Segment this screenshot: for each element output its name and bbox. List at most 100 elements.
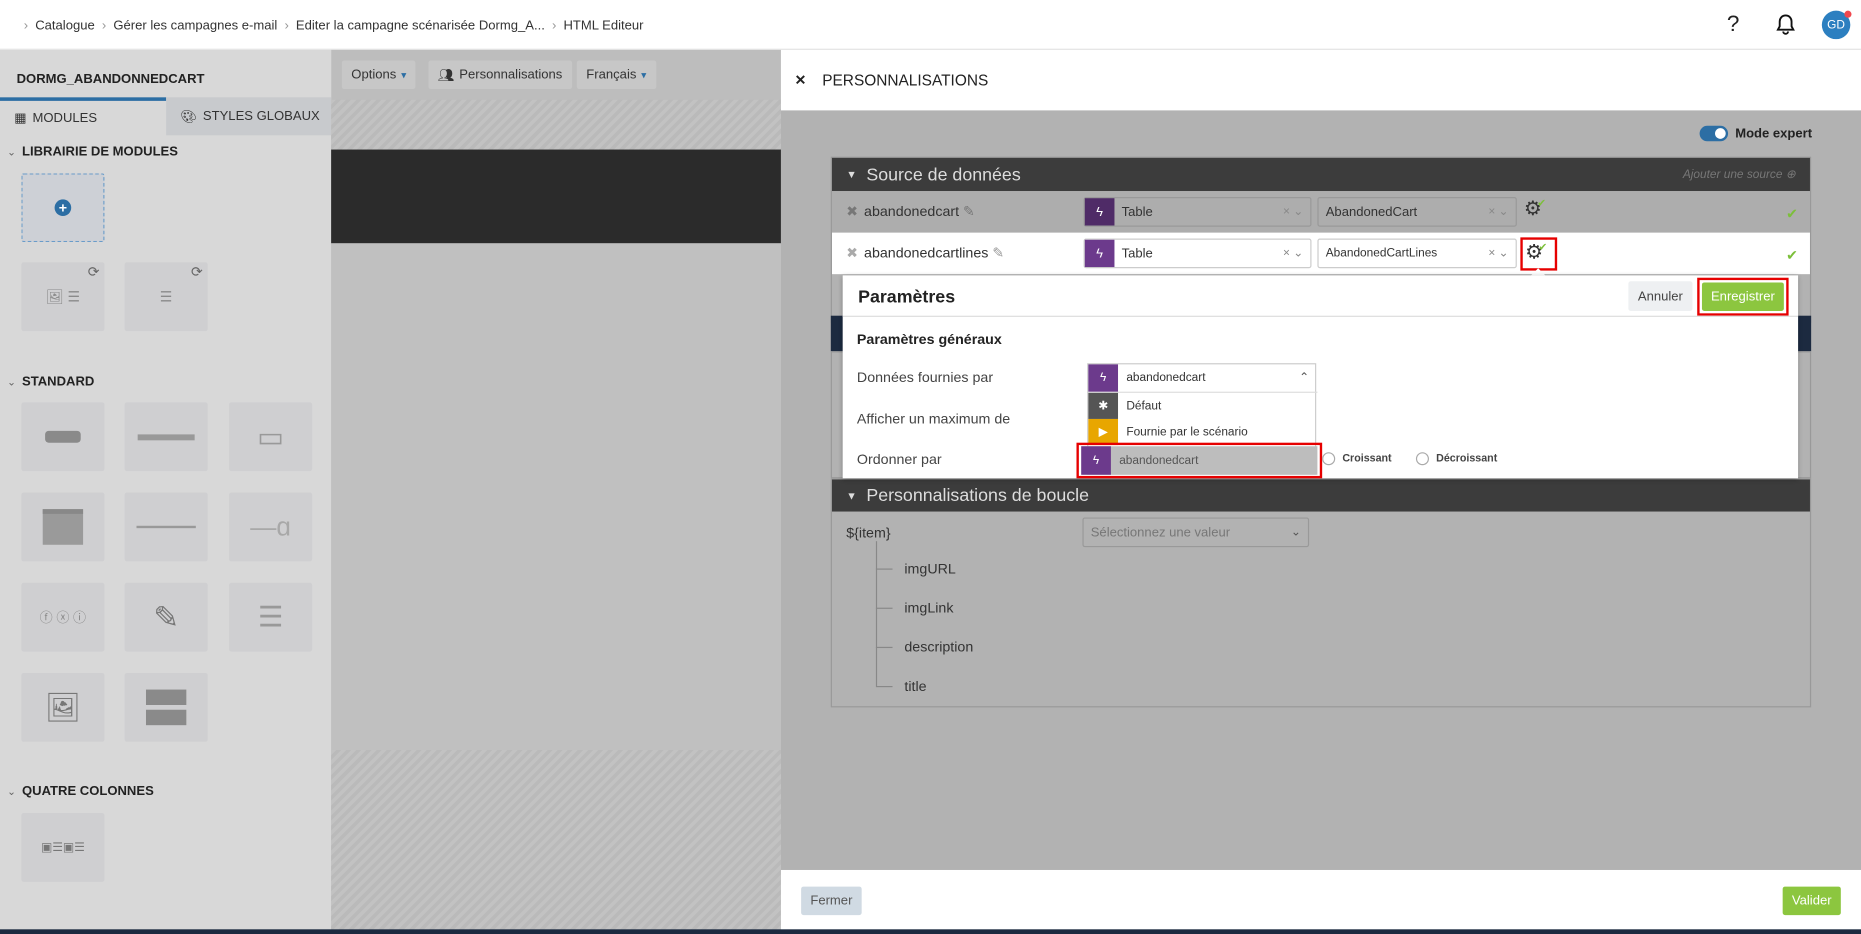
options-dropdown[interactable]: Options ▾ [341, 60, 416, 90]
breadcrumb-item[interactable]: Editer la campagne scénarisée Dormg_A... [296, 19, 545, 33]
selected-value: abandonedcart [1126, 371, 1206, 385]
remove-icon[interactable]: ✖ [846, 244, 858, 261]
clear-chevron-icon: × ⌄ [1282, 205, 1304, 219]
chevron-up-icon: ⌃ [1299, 371, 1310, 385]
source-name: abandonedcart ✎ [864, 202, 975, 220]
module-text-line[interactable]: —ɑ [229, 492, 313, 562]
mode-expert-toggle[interactable]: Mode expert [1699, 125, 1812, 142]
section-four-columns[interactable]: ⌄ QUATRE COLONNES [7, 785, 154, 799]
general-params-title: Paramètres généraux [856, 331, 1002, 348]
module-image[interactable]: 🖼︎ [21, 672, 105, 742]
add-module-button[interactable]: + [21, 173, 105, 243]
email-body-block[interactable] [331, 243, 781, 751]
source-table-select[interactable]: AbandonedCartLines × ⌄ [1317, 238, 1517, 269]
bell-icon[interactable] [1776, 13, 1796, 43]
two-rows-icon [145, 689, 187, 726]
add-source-link[interactable]: Ajouter une source ⊕ [1683, 168, 1796, 181]
check-icon: ✔ [1786, 205, 1799, 222]
dropdown-option-abandonedcart[interactable]: ϟ abandonedcart [1081, 446, 1318, 475]
gear-check-icon[interactable]: ⚙✔ [1520, 237, 1557, 271]
source-type-select[interactable]: ϟ Table × ⌄ [1083, 197, 1312, 227]
sync-icon: ⟳ [87, 263, 100, 281]
personalisations-label: Personnalisations [459, 67, 563, 82]
gear-check-icon[interactable]: ⚙✔ [1524, 197, 1551, 221]
save-button[interactable]: Enregistrer [1701, 282, 1784, 311]
module-button[interactable] [21, 402, 105, 472]
select-placeholder: Sélectionnez une valeur [1090, 525, 1231, 540]
module-image-caption[interactable]: ▭ [229, 402, 313, 472]
question-icon[interactable]: ? [1727, 12, 1740, 38]
section-standard[interactable]: ⌄ STANDARD [7, 375, 94, 389]
bolt-icon: ϟ [1081, 446, 1111, 475]
loop-section: ▼ Personnalisations de boucle ${item} Sé… [830, 478, 1812, 708]
pencil-icon[interactable]: ✎ [992, 244, 1004, 261]
module-text[interactable]: ☰ [229, 582, 313, 652]
tree-item: imgURL [875, 560, 956, 577]
canvas-background [331, 99, 781, 150]
close-button[interactable]: Fermer [801, 886, 862, 916]
pencil-icon[interactable]: ✎ [963, 203, 975, 220]
source-table-select[interactable]: AbandonedCart × ⌄ [1317, 197, 1517, 227]
breadcrumb-item[interactable]: Gérer les campagnes e-mail [113, 19, 277, 33]
tree-item: title [875, 678, 927, 694]
radio-icon [1415, 452, 1429, 466]
field-label: description [904, 638, 974, 656]
field-label: imgURL [904, 560, 956, 577]
module-divider[interactable] [124, 492, 208, 562]
text-lines-icon: ☰ [257, 601, 284, 634]
sync-icon: ⟳ [191, 263, 203, 281]
module-text-button[interactable]: ☰ ⟳ [124, 262, 208, 332]
remove-icon[interactable]: ✖ [846, 203, 858, 220]
order-asc-radio[interactable]: Croissant [1322, 452, 1392, 466]
dropdown-selected[interactable]: ϟ abandonedcart ⌃ [1088, 364, 1318, 393]
image-text-icon: 🖼︎ ☰ [45, 288, 81, 306]
tab-styles-globaux[interactable]: 🎨︎ STYLES GLOBAUX [166, 97, 332, 136]
option-label: abandonedcart [1119, 453, 1199, 468]
panel-footer: Fermer Valider [780, 869, 1861, 934]
section-title: Personnalisations de boucle [866, 485, 1089, 506]
toggle-switch[interactable] [1699, 125, 1729, 142]
module-social[interactable]: ⓕ ⓧ ⓘ [21, 582, 105, 652]
tree-item: description [875, 638, 974, 656]
dropdown-option-scenario[interactable]: ▶ Fournie par le scénario [1088, 418, 1317, 446]
panel-header: × PERSONNALISATIONS [780, 49, 1861, 111]
module-custom-html[interactable]: ✎ [124, 582, 208, 652]
users-icon: 👥︎ [437, 68, 455, 83]
loop-header[interactable]: ▼ Personnalisations de boucle [831, 479, 1810, 512]
option-label: Défaut [1126, 399, 1162, 413]
select-value: Table [1121, 204, 1153, 219]
cancel-button[interactable]: Annuler [1628, 281, 1693, 311]
popover-title: Paramètres [858, 287, 956, 308]
breadcrumb-item[interactable]: Catalogue [35, 19, 95, 33]
module-image-text[interactable]: 🖼︎ ☰ ⟳ [21, 262, 105, 332]
close-icon[interactable]: × [795, 70, 805, 90]
loop-value-select[interactable]: Sélectionnez une valeur ⌄ [1082, 517, 1310, 548]
section-library[interactable]: ⌄ LIBRAIRIE DE MODULES [7, 145, 178, 159]
personalisations-button[interactable]: 👥︎ Personnalisations [428, 60, 572, 90]
popover-arrow [1531, 268, 1546, 276]
module-spacer[interactable] [124, 402, 208, 472]
source-type-select[interactable]: ϟ Table × ⌄ [1083, 238, 1312, 269]
personalisations-panel: × PERSONNALISATIONS Mode expert ▼ Source… [780, 49, 1861, 934]
validate-button[interactable]: Valider [1782, 886, 1841, 916]
social-icons: ⓕ ⓧ ⓘ [39, 611, 87, 626]
caret-down-icon: ▼ [846, 168, 857, 181]
canvas-background [331, 750, 781, 934]
pencil-ruler-icon: ✎ [153, 598, 180, 635]
data-source-header[interactable]: ▼ Source de données Ajouter une source ⊕ [831, 157, 1810, 192]
editor-canvas: Options ▾ 👥︎ Personnalisations Français ▾ [331, 49, 781, 934]
module-two-rows[interactable] [124, 672, 208, 742]
bar-icon [137, 433, 195, 440]
module-header-block[interactable] [21, 492, 105, 562]
tab-modules[interactable]: ▦ MODULES [0, 97, 167, 135]
breadcrumb-item[interactable]: HTML Editeur [563, 19, 643, 33]
module-four-columns[interactable]: ▣☰▣☰ [21, 812, 105, 882]
divider-icon [136, 525, 196, 529]
order-desc-radio[interactable]: Décroissant [1415, 452, 1497, 466]
dropdown-option-default[interactable]: ✱ Défaut [1088, 392, 1317, 419]
email-header-block[interactable] [331, 149, 781, 244]
plus-circle-icon: + [54, 199, 72, 217]
language-dropdown[interactable]: Français ▾ [576, 60, 656, 90]
bolt-icon: ϟ [1088, 364, 1119, 392]
chevron-down-icon: ▾ [641, 68, 647, 81]
